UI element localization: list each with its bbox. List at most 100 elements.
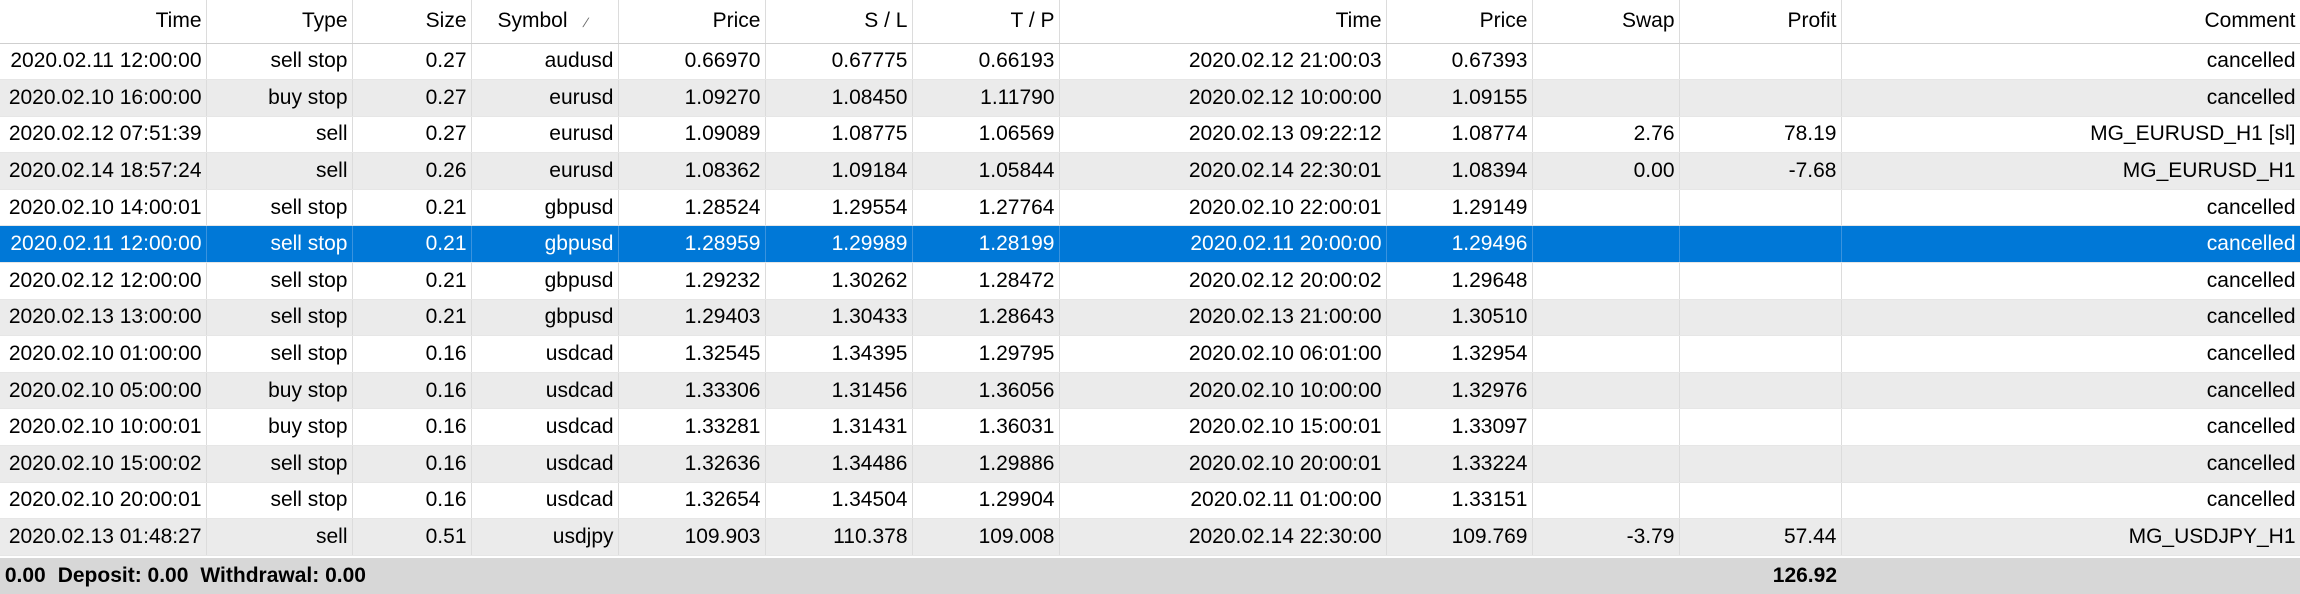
tp-cell: 109.008 [912, 518, 1060, 556]
close-price-cell: 1.09155 [1386, 79, 1533, 117]
profit-cell [1679, 189, 1842, 227]
swap-cell [1532, 43, 1680, 81]
close-time-cell: 2020.02.13 09:22:12 [1059, 116, 1387, 154]
open-time-cell: 2020.02.12 07:51:39 [0, 116, 207, 154]
sl-cell: 1.31456 [765, 372, 913, 410]
close-time-cell: 2020.02.13 21:00:00 [1059, 299, 1387, 337]
close-time-cell: 2020.02.10 22:00:01 [1059, 189, 1387, 227]
col-header-tp[interactable]: T / P [912, 0, 1060, 44]
tp-cell: 1.28199 [912, 225, 1060, 264]
size-cell: 0.16 [352, 445, 472, 483]
col-header-swap[interactable]: Swap [1532, 0, 1680, 44]
col-header-symbol[interactable]: Symbol / [471, 0, 619, 44]
comment-cell: cancelled [1841, 299, 2300, 337]
close-price-cell: 1.29496 [1386, 225, 1533, 264]
comment-cell: cancelled [1841, 43, 2300, 81]
table-row[interactable]: 2020.02.13 13:00:00 sell stop 0.21 gbpusd 1.… [0, 299, 2300, 337]
table-row[interactable]: 2020.02.11 12:00:00 sell stop 0.21 gbpusd 1.… [0, 225, 2300, 264]
type-cell: sell stop [206, 299, 353, 337]
history-panel: Time Type Size Symbol / Price S / L T / P… [0, 0, 2300, 594]
profit-cell: -7.68 [1679, 152, 1842, 190]
table-row[interactable]: 2020.02.13 01:48:27 sell 0.51 usdjpy 109.903… [0, 518, 2300, 556]
open-time-cell: 2020.02.13 13:00:00 [0, 299, 207, 337]
table-header-row: Time Type Size Symbol / Price S / L T / P… [0, 0, 2300, 44]
col-header-price[interactable]: Price [618, 0, 766, 44]
close-time-cell: 2020.02.12 10:00:00 [1059, 79, 1387, 117]
close-price-cell: 1.30510 [1386, 299, 1533, 337]
type-cell: sell stop [206, 335, 353, 373]
price-cell: 1.33306 [618, 372, 766, 410]
withdrawal-summary: Withdrawal: 0.00 [200, 564, 366, 587]
col-header-type[interactable]: Type [206, 0, 353, 44]
table-row[interactable]: 2020.02.10 16:00:00 buy stop 0.27 eurusd 1.0… [0, 79, 2300, 117]
profit-cell [1679, 482, 1842, 520]
size-cell: 0.21 [352, 189, 472, 227]
col-header-close-time[interactable]: Time [1059, 0, 1387, 44]
close-price-cell: 1.29149 [1386, 189, 1533, 227]
profit-cell [1679, 445, 1842, 483]
swap-cell [1532, 482, 1680, 520]
col-header-size[interactable]: Size [352, 0, 472, 44]
table-row[interactable]: 2020.02.10 14:00:01 sell stop 0.21 gbpusd 1.… [0, 189, 2300, 227]
swap-cell [1532, 262, 1680, 300]
col-header-close-price[interactable]: Price [1386, 0, 1533, 44]
table-row[interactable]: 2020.02.11 12:00:00 sell stop 0.27 audusd 0.… [0, 43, 2300, 81]
size-cell: 0.21 [352, 299, 472, 337]
summary-bar: : 0.00 Deposit: 0.00 Withdrawal: 0.00 126.… [0, 558, 2300, 594]
tp-cell: 1.28643 [912, 299, 1060, 337]
comment-cell: cancelled [1841, 408, 2300, 447]
col-header-sl[interactable]: S / L [765, 0, 913, 44]
symbol-cell: usdjpy [471, 518, 619, 556]
table-row[interactable]: 2020.02.10 15:00:02 sell stop 0.16 usdcad 1.… [0, 445, 2300, 483]
sl-cell: 1.08775 [765, 116, 913, 154]
price-cell: 0.66970 [618, 43, 766, 81]
table-row[interactable]: 2020.02.10 20:00:01 sell stop 0.16 usdcad 1.… [0, 482, 2300, 520]
close-time-cell: 2020.02.12 20:00:02 [1059, 262, 1387, 300]
col-header-comment[interactable]: Comment [1841, 0, 2300, 44]
symbol-cell: usdcad [471, 335, 619, 373]
size-cell: 0.21 [352, 225, 472, 264]
open-time-cell: 2020.02.12 12:00:00 [0, 262, 207, 300]
table-row[interactable]: 2020.02.10 10:00:01 buy stop 0.16 usdcad 1.3… [0, 408, 2300, 447]
price-cell: 1.29403 [618, 299, 766, 337]
close-time-cell: 2020.02.10 10:00:00 [1059, 372, 1387, 410]
profit-cell [1679, 262, 1842, 300]
col-header-open-time[interactable]: Time [0, 0, 207, 44]
open-time-cell: 2020.02.10 20:00:01 [0, 482, 207, 520]
swap-cell [1532, 335, 1680, 373]
type-cell: sell [206, 518, 353, 556]
price-cell: 1.08362 [618, 152, 766, 190]
swap-cell [1532, 408, 1680, 447]
summary-text: : 0.00 Deposit: 0.00 Withdrawal: 0.00 [0, 564, 366, 588]
open-time-cell: 2020.02.11 12:00:00 [0, 225, 207, 264]
comment-cell: cancelled [1841, 262, 2300, 300]
price-cell: 1.28959 [618, 225, 766, 264]
comment-cell: cancelled [1841, 335, 2300, 373]
close-price-cell: 0.67393 [1386, 43, 1533, 81]
type-cell: sell stop [206, 189, 353, 227]
col-header-profit[interactable]: Profit [1679, 0, 1842, 44]
open-time-cell: 2020.02.10 10:00:01 [0, 408, 207, 447]
close-time-cell: 2020.02.10 20:00:01 [1059, 445, 1387, 483]
summary-prefix: : 0.00 [0, 564, 46, 587]
swap-cell [1532, 372, 1680, 410]
sl-cell: 1.30433 [765, 299, 913, 337]
table-row[interactable]: 2020.02.12 07:51:39 sell 0.27 eurusd 1.09089… [0, 116, 2300, 154]
close-time-cell: 2020.02.10 15:00:01 [1059, 408, 1387, 447]
price-cell: 1.32654 [618, 482, 766, 520]
type-cell: sell [206, 152, 353, 190]
size-cell: 0.27 [352, 79, 472, 117]
open-time-cell: 2020.02.10 05:00:00 [0, 372, 207, 410]
price-cell: 1.09089 [618, 116, 766, 154]
close-time-cell: 2020.02.10 06:01:00 [1059, 335, 1387, 373]
close-time-cell: 2020.02.11 01:00:00 [1059, 482, 1387, 520]
profit-cell [1679, 335, 1842, 373]
table-row[interactable]: 2020.02.14 18:57:24 sell 0.26 eurusd 1.08362… [0, 152, 2300, 190]
table-row[interactable]: 2020.02.10 05:00:00 buy stop 0.16 usdcad 1.3… [0, 372, 2300, 410]
table-row[interactable]: 2020.02.12 12:00:00 sell stop 0.21 gbpusd 1.… [0, 262, 2300, 300]
comment-cell: MG_EURUSD_H1 [1841, 152, 2300, 190]
type-cell: buy stop [206, 372, 353, 410]
table-row[interactable]: 2020.02.10 01:00:00 sell stop 0.16 usdcad 1.… [0, 335, 2300, 373]
close-price-cell: 109.769 [1386, 518, 1533, 556]
profit-cell [1679, 43, 1842, 81]
